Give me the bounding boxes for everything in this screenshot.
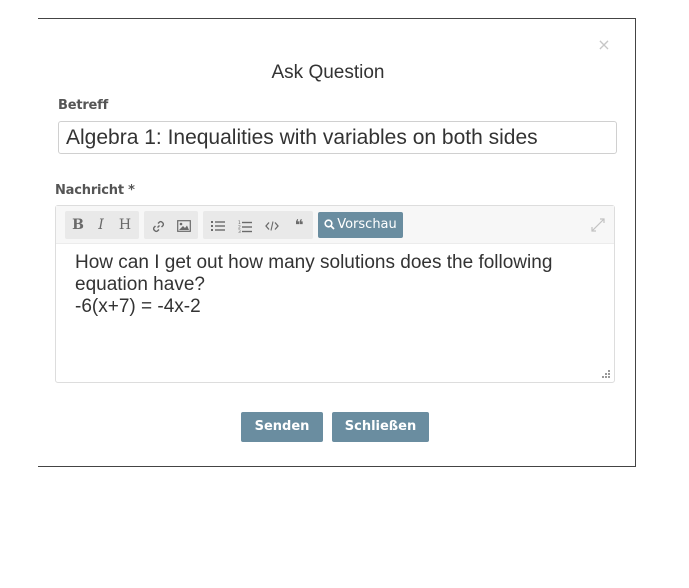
unordered-list-icon[interactable] bbox=[206, 211, 230, 239]
code-icon[interactable] bbox=[260, 211, 284, 239]
preview-button[interactable]: Vorschau bbox=[318, 212, 403, 238]
editor-toolbar: B I H 1 2 3 ❝ Vorschau bbox=[56, 206, 614, 244]
markdown-editor: B I H 1 2 3 ❝ Vorschau How can I get out… bbox=[55, 205, 615, 383]
message-textarea[interactable]: How can I get out how many solutions doe… bbox=[75, 252, 607, 372]
italic-button[interactable]: I bbox=[89, 211, 113, 239]
send-button[interactable]: Senden bbox=[241, 412, 323, 442]
bold-button[interactable]: B bbox=[66, 211, 90, 239]
dialog-title: Ask Question bbox=[271, 62, 385, 83]
ordered-list-icon[interactable]: 1 2 3 bbox=[233, 211, 257, 239]
search-icon bbox=[324, 219, 335, 230]
message-label: Nachricht * bbox=[55, 183, 135, 198]
expand-icon[interactable] bbox=[591, 218, 605, 232]
close-button[interactable]: Schließen bbox=[332, 412, 429, 442]
image-icon[interactable] bbox=[172, 211, 196, 239]
subject-label: Betreff bbox=[58, 98, 109, 113]
heading-button[interactable]: H bbox=[113, 211, 137, 239]
link-icon[interactable] bbox=[146, 211, 170, 239]
quote-icon[interactable]: ❝ bbox=[287, 211, 311, 239]
close-icon[interactable]: × bbox=[597, 36, 611, 54]
resize-grip-icon[interactable] bbox=[602, 370, 611, 379]
subject-input[interactable] bbox=[58, 121, 617, 154]
preview-label: Vorschau bbox=[337, 217, 397, 232]
svg-text:3: 3 bbox=[238, 229, 241, 233]
